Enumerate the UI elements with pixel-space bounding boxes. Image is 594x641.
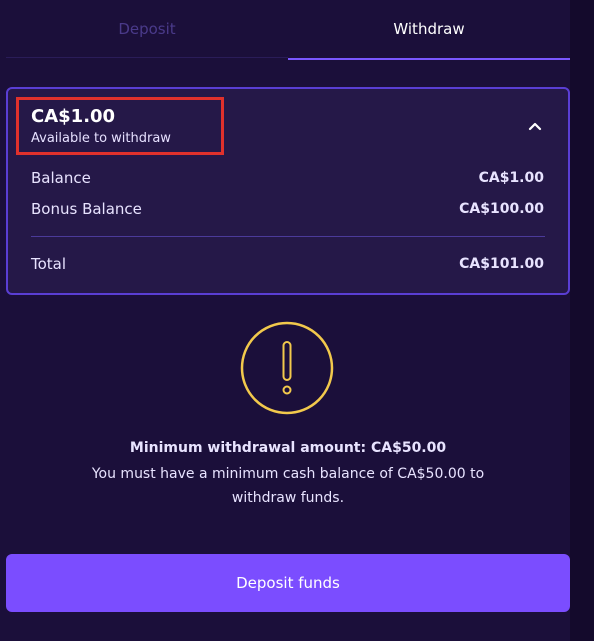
minimum-withdrawal-title: Minimum withdrawal amount: CA$50.00 xyxy=(129,440,447,456)
tab-bar: Deposit Withdraw xyxy=(6,0,570,60)
total-label: Total xyxy=(31,255,67,273)
bonus-balance-value: CA$100.00 xyxy=(459,201,544,217)
withdraw-page: Deposit Withdraw CA$1.00 Available to wi… xyxy=(0,0,594,641)
tab-deposit[interactable]: Deposit xyxy=(6,0,288,58)
exclamation-icon xyxy=(239,320,335,416)
minimum-withdrawal-description: You must have a minimum cash balance of … xyxy=(91,466,485,506)
tab-withdraw[interactable]: Withdraw xyxy=(288,0,570,60)
available-label: Available to withdraw xyxy=(31,131,171,146)
deposit-funds-button[interactable]: Deposit funds xyxy=(6,554,570,612)
bonus-balance-label: Bonus Balance xyxy=(31,200,142,218)
chevron-up-icon xyxy=(528,122,542,131)
balance-value: CA$1.00 xyxy=(478,170,544,186)
balance-label: Balance xyxy=(31,169,91,187)
scrollbar-track[interactable] xyxy=(570,0,594,641)
summary-divider xyxy=(31,236,545,237)
available-amount: CA$1.00 xyxy=(31,106,116,127)
total-value: CA$101.00 xyxy=(459,256,544,272)
collapse-button[interactable] xyxy=(525,116,545,136)
